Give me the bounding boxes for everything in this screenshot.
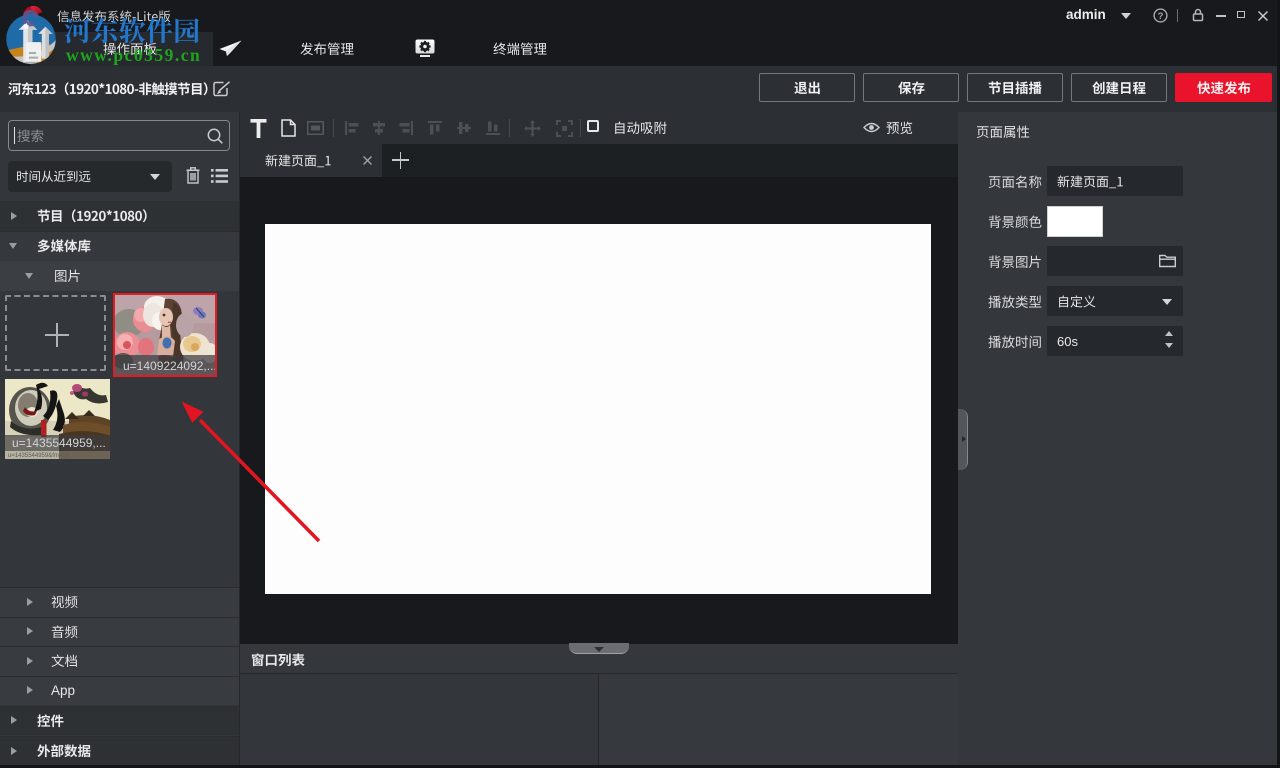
- svg-text:u=1435544959,...: u=1435544959,...: [12, 436, 106, 450]
- svg-text:?: ?: [1158, 11, 1164, 22]
- svg-text:u=1409224092,...: u=1409224092,...: [123, 359, 215, 373]
- svg-text:u=1435544959&fm=26: u=1435544959&fm=26: [8, 453, 70, 459]
